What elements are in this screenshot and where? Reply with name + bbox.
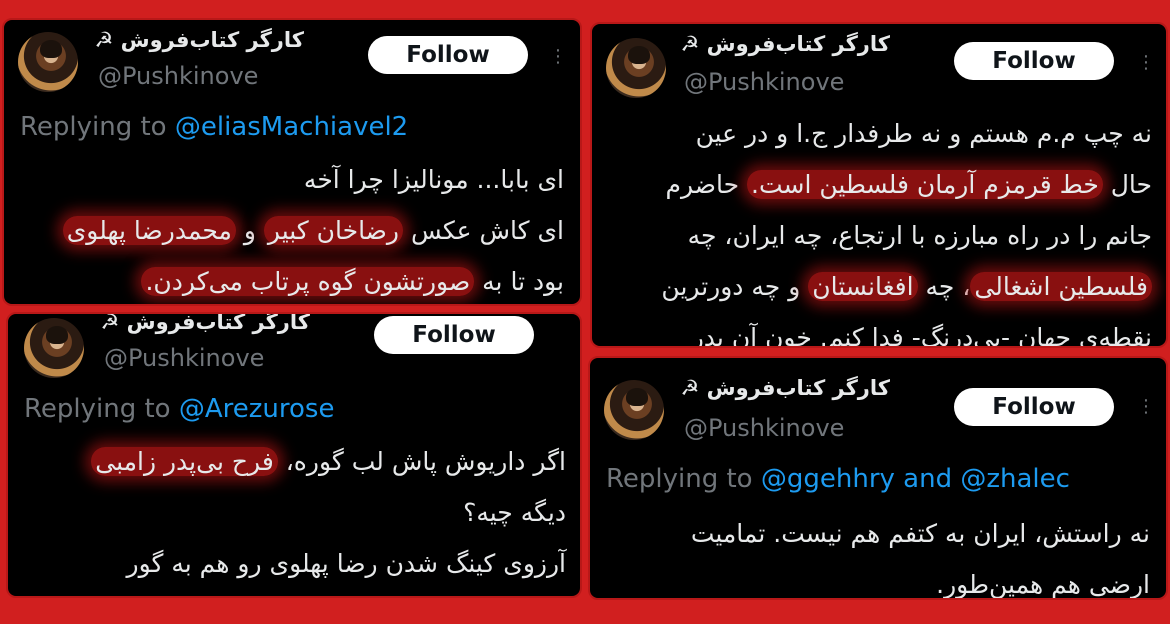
tweet-line: ارضی هم همین‌طور. [936,570,1150,599]
tweet-card: کارگر کتاب‌فروش ☭ @Pushkinove Follow ⋮ ن… [590,22,1168,348]
highlight: صورتشون گوه پرتاب می‌کردن. [141,267,475,296]
highlight: فرح بی‌پدر زامبی [91,447,278,476]
tweet-card: کارگر کتاب‌فروش ☭ @Pushkinove Follow ⋮ R… [2,18,582,306]
display-name[interactable]: کارگر کتاب‌فروش ☭ [100,314,310,334]
tweet-text: نه راستش، ایران به کتفم هم نیست. تمامیت … [690,508,1150,599]
replying-to: Replying to @Arezurose [24,394,334,424]
follow-button[interactable]: Follow [368,36,528,74]
avatar[interactable] [24,318,84,378]
follow-button[interactable]: Follow [374,316,534,354]
mention-joiner: and [903,464,953,494]
replying-prefix: Replying to [24,394,171,424]
tweet-text: اگر داریوش پاش لب گوره، فرح بی‌پدر زامبی… [91,436,566,589]
tweet-line: فلسطین اشغالی، چه افغانستان و چه دورترین [661,261,1152,312]
replying-prefix: Replying to [20,112,167,142]
replying-to: Replying to @ggehhry and @zhalec [606,464,1070,494]
highlight: افغانستان [808,272,918,301]
mention-link[interactable]: @zhalec [960,464,1070,494]
avatar[interactable] [18,32,78,92]
display-name[interactable]: کارگر کتاب‌فروش ☭ [680,376,890,400]
tweet-line: دیگه چیه؟ [463,498,566,527]
more-icon[interactable]: ⋮ [1136,52,1156,73]
handle[interactable]: @Pushkinove [104,344,264,372]
follow-button[interactable]: Follow [954,388,1114,426]
avatar[interactable] [604,380,664,440]
more-icon[interactable]: ⋮ [1136,396,1156,417]
tweet-text: ای بابا... مونالیزا چرا آخه ای کاش عکس ر… [62,154,564,304]
highlight: فلسطین اشغالی [970,272,1152,301]
avatar[interactable] [606,38,666,98]
handle[interactable]: @Pushkinove [98,62,258,90]
mention-link[interactable]: @ggehhry [761,464,895,494]
handle[interactable]: @Pushkinove [684,68,844,96]
highlight: رضاخان کبیر [263,216,403,245]
tweet-card: کارگر کتاب‌فروش ☭ @Pushkinove Follow Rep… [6,312,582,598]
replying-prefix: Replying to [606,464,753,494]
tweet-card: کارگر کتاب‌فروش ☭ @Pushkinove Follow ⋮ R… [588,356,1168,600]
highlight: محمدرضا پهلوی [62,216,236,245]
tweet-line: ای کاش عکس رضاخان کبیر و محمدرضا پهلوی [62,205,564,256]
mention-link[interactable]: @Arezurose [179,394,335,424]
display-name[interactable]: کارگر کتاب‌فروش ☭ [680,32,890,56]
replying-to: Replying to @eliasMachiavel2 [20,112,408,142]
tweet-line: حال خط قرمزم آرمان فلسطین است. حاضرم [665,170,1152,199]
handle[interactable]: @Pushkinove [684,414,844,442]
more-icon[interactable]: ⋮ [548,46,568,67]
display-name[interactable]: کارگر کتاب‌فروش ☭ [94,28,304,52]
tweet-text: نه چپ م.م هستم و نه طرفدار ج.ا و در عین … [661,108,1152,348]
follow-button[interactable]: Follow [954,42,1114,80]
tweet-line: نه چپ م.م هستم و نه طرفدار ج.ا و در عین [695,119,1152,148]
tweet-line: جانم را در راه مبارزه با ارتجاع، چه ایرا… [687,221,1152,250]
mention-link[interactable]: @eliasMachiavel2 [175,112,408,142]
tweet-line: اگر داریوش پاش لب گوره، فرح بی‌پدر زامبی [91,436,566,487]
highlight: خط قرمزم آرمان فلسطین است. [747,170,1103,199]
tweet-line: نقطه‌ی جهان -بی‌درنگ- فدا کنم. خون آن پد… [691,323,1152,348]
tweet-line: ای بابا... مونالیزا چرا آخه [303,165,564,194]
tweet-line: بود تا به صورتشون گوه پرتاب می‌کردن. [63,256,564,304]
tweet-line: نه راستش، ایران به کتفم هم نیست. تمامیت [690,519,1150,548]
tweet-line: آرزوی کینگ شدن رضا پهلوی رو هم به گور [126,549,566,578]
